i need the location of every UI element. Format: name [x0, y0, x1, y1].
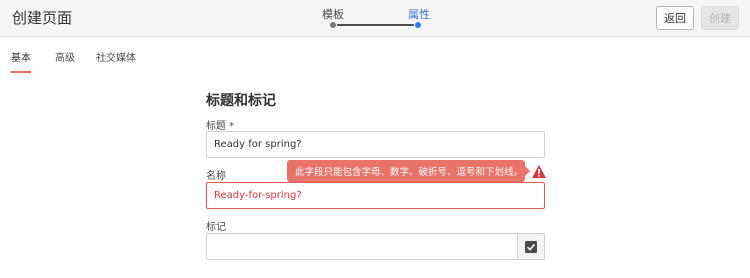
create-button[interactable]: 创建 [701, 6, 739, 30]
tab-bar: 基本 高级 社交媒体 [0, 37, 750, 73]
step-properties-dot [415, 22, 421, 28]
tags-input[interactable] [206, 233, 517, 260]
name-label: 名称 [206, 171, 226, 182]
section-title: 标题和标记 [206, 93, 276, 109]
page-title: 创建页面 [12, 9, 73, 27]
wizard-steps: 模板 属性 [322, 0, 434, 37]
tab-basic[interactable]: 基本 [11, 49, 31, 64]
alert-icon [532, 165, 546, 178]
tags-label: 标记 [206, 222, 226, 233]
tab-social-media[interactable]: 社交媒体 [96, 49, 136, 64]
back-button[interactable]: 返回 [656, 6, 694, 30]
tag-picker-button[interactable] [517, 233, 545, 260]
tab-advanced[interactable]: 高级 [55, 49, 75, 64]
name-input[interactable]: Ready-for-spring? [206, 182, 545, 209]
step-properties-label: 属性 [408, 8, 430, 21]
error-tooltip: 此字段只能包含字母、数字、破折号、逗号和下划线。 [287, 160, 525, 182]
title-label: 标题 * [206, 121, 235, 132]
title-input[interactable]: Ready for spring? [206, 131, 545, 158]
step-template-dot [330, 22, 336, 28]
checkbox-list-icon [525, 240, 537, 253]
top-bar: 创建页面 模板 属性 返回 创建 [0, 0, 750, 37]
error-tooltip-arrow [525, 166, 530, 176]
active-tab-indicator [11, 71, 31, 73]
wizard-track [337, 24, 414, 26]
step-template-label: 模板 [322, 8, 344, 21]
